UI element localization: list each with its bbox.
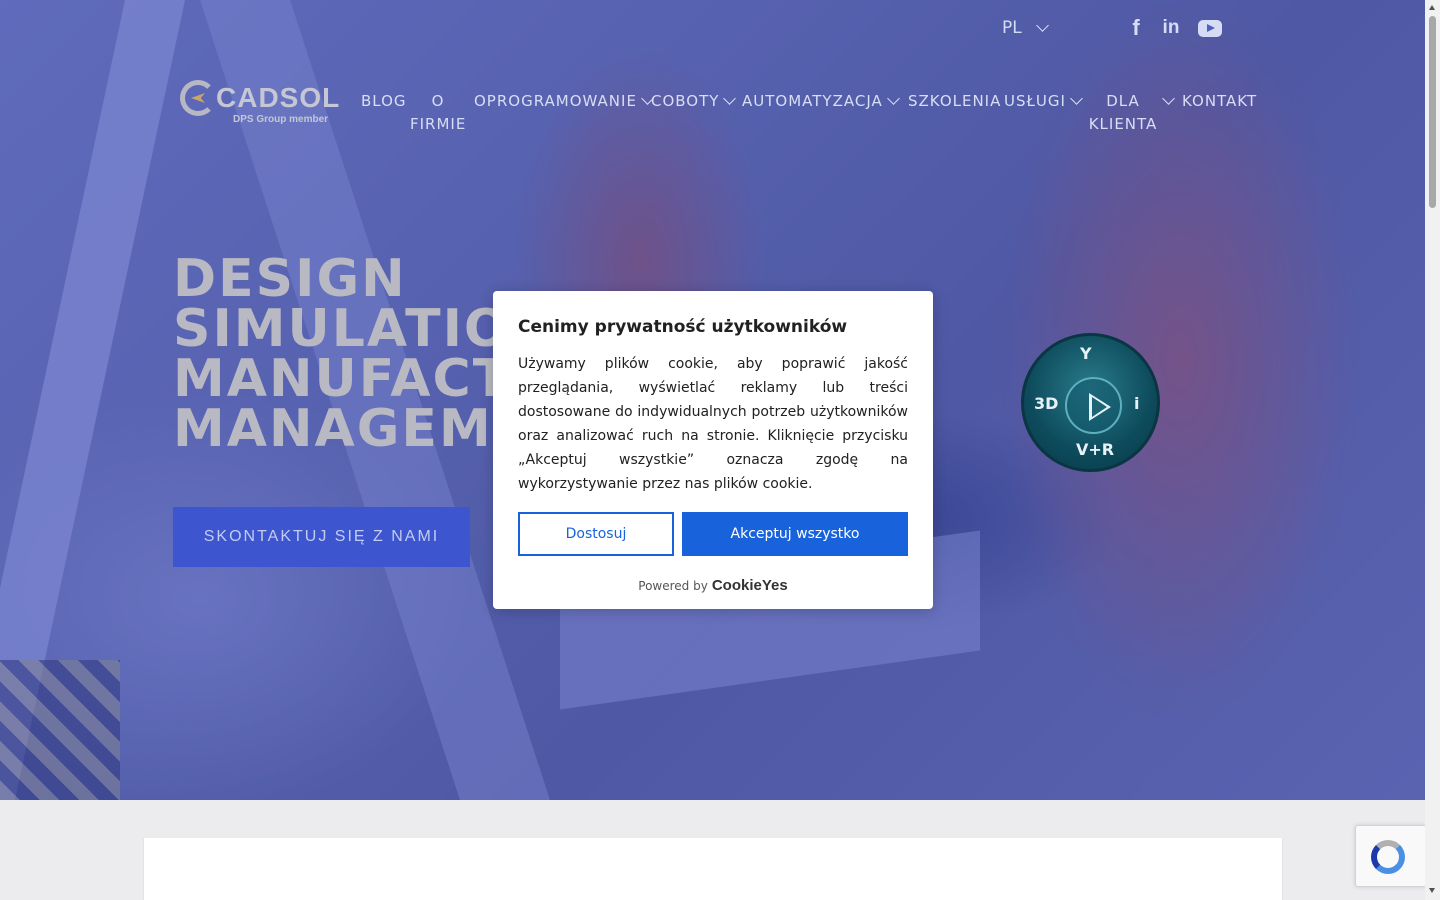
linkedin-icon[interactable]: in — [1160, 16, 1182, 40]
headline-line: MANAGEMI — [173, 399, 515, 459]
headline-line: MANUFACT — [173, 349, 511, 409]
nav-label: BLOG — [361, 92, 407, 110]
compass-bottom-label: V+R — [1076, 440, 1115, 459]
recaptcha-icon — [1371, 840, 1405, 874]
nav-label: AUTOMATYZACJA — [742, 92, 883, 110]
nav-label: COBOTY — [651, 92, 720, 110]
hero-headline: DESIGN SIMULATIO MANUFACT MANAGEMI — [173, 249, 515, 459]
chevron-down-icon — [723, 92, 737, 105]
social-links: f in — [1128, 15, 1222, 40]
youtube-icon[interactable] — [1198, 19, 1222, 37]
nav-kontakt[interactable]: KONTAKT — [1182, 90, 1257, 113]
nav-label: FIRMIE — [410, 115, 467, 133]
recaptcha-badge[interactable] — [1355, 825, 1427, 887]
cadsol-logo[interactable]: CADSOL DPS Group member — [180, 78, 340, 130]
headline-line: SIMULATIO — [173, 299, 511, 359]
customize-button[interactable]: Dostosuj — [518, 512, 674, 556]
3dexperience-compass-icon[interactable]: Y 3D i V+R — [1021, 333, 1160, 472]
facebook-icon[interactable]: f — [1128, 15, 1144, 40]
nav-automatyzacja[interactable]: AUTOMATYZACJA — [742, 90, 900, 113]
headline-line: DESIGN — [173, 249, 407, 309]
nav-blog[interactable]: BLOG — [361, 90, 407, 113]
chevron-down-icon — [1035, 19, 1049, 32]
compass-top-label: Y — [1080, 344, 1092, 363]
language-selector[interactable]: PL — [1002, 18, 1049, 38]
chevron-down-icon — [1070, 92, 1083, 105]
page-scrollbar[interactable] — [1425, 0, 1440, 900]
nav-label: SZKOLENIA — [908, 92, 1002, 110]
nav-label: USŁUGI — [1004, 92, 1066, 110]
logo-tagline: DPS Group member — [233, 114, 329, 125]
logo-mark-icon — [180, 80, 216, 116]
nav-dla-klienta-toggle[interactable] — [1158, 90, 1175, 113]
scroll-down-icon[interactable] — [1429, 888, 1435, 893]
chevron-down-icon — [886, 92, 900, 105]
cookieyes-logo[interactable]: CookieYes — [712, 577, 788, 594]
compass-right-label: i — [1134, 394, 1140, 413]
nav-label: DLA — [1106, 92, 1140, 110]
nav-label: OPROGRAMOWANIE — [474, 92, 637, 110]
powered-by-label: Powered by — [638, 579, 708, 593]
scrollbar-thumb[interactable] — [1429, 16, 1436, 208]
nav-coboty[interactable]: COBOTY — [651, 90, 737, 113]
chevron-down-icon — [1162, 92, 1175, 105]
scroll-up-icon[interactable] — [1429, 5, 1435, 10]
nav-uslugi[interactable]: USŁUGI — [1004, 90, 1083, 113]
nav-label: KONTAKT — [1182, 92, 1258, 110]
accept-all-button[interactable]: Akceptuj wszystko — [682, 512, 908, 556]
nav-szkolenia[interactable]: SZKOLENIA — [908, 90, 1001, 113]
language-label: PL — [1002, 18, 1022, 38]
play-icon — [1089, 393, 1111, 421]
play-button[interactable] — [1065, 377, 1122, 434]
contact-us-button[interactable]: SKONTAKTUJ SIĘ Z NAMI — [173, 507, 470, 567]
cookie-consent-dialog: Cenimy prywatność użytkowników Używamy p… — [493, 291, 933, 609]
nav-o-firmie[interactable]: O FIRMIE — [410, 90, 466, 136]
nav-label: KLIENTA — [1088, 115, 1158, 133]
nav-oprogramowanie[interactable]: OPROGRAMOWANIE — [474, 90, 654, 113]
nav-label: O — [431, 92, 445, 110]
nav-dla-klienta[interactable]: DLA KLIENTA — [1088, 90, 1158, 136]
content-section — [143, 838, 1283, 900]
cookie-title: Cenimy prywatność użytkowników — [518, 317, 848, 337]
cookie-body: Używamy plików cookie, aby poprawić jako… — [518, 356, 908, 492]
compass-left-label: 3D — [1034, 394, 1059, 413]
logo-wordmark: CADSOL — [216, 82, 341, 113]
powered-by: Powered by CookieYes — [493, 577, 933, 594]
